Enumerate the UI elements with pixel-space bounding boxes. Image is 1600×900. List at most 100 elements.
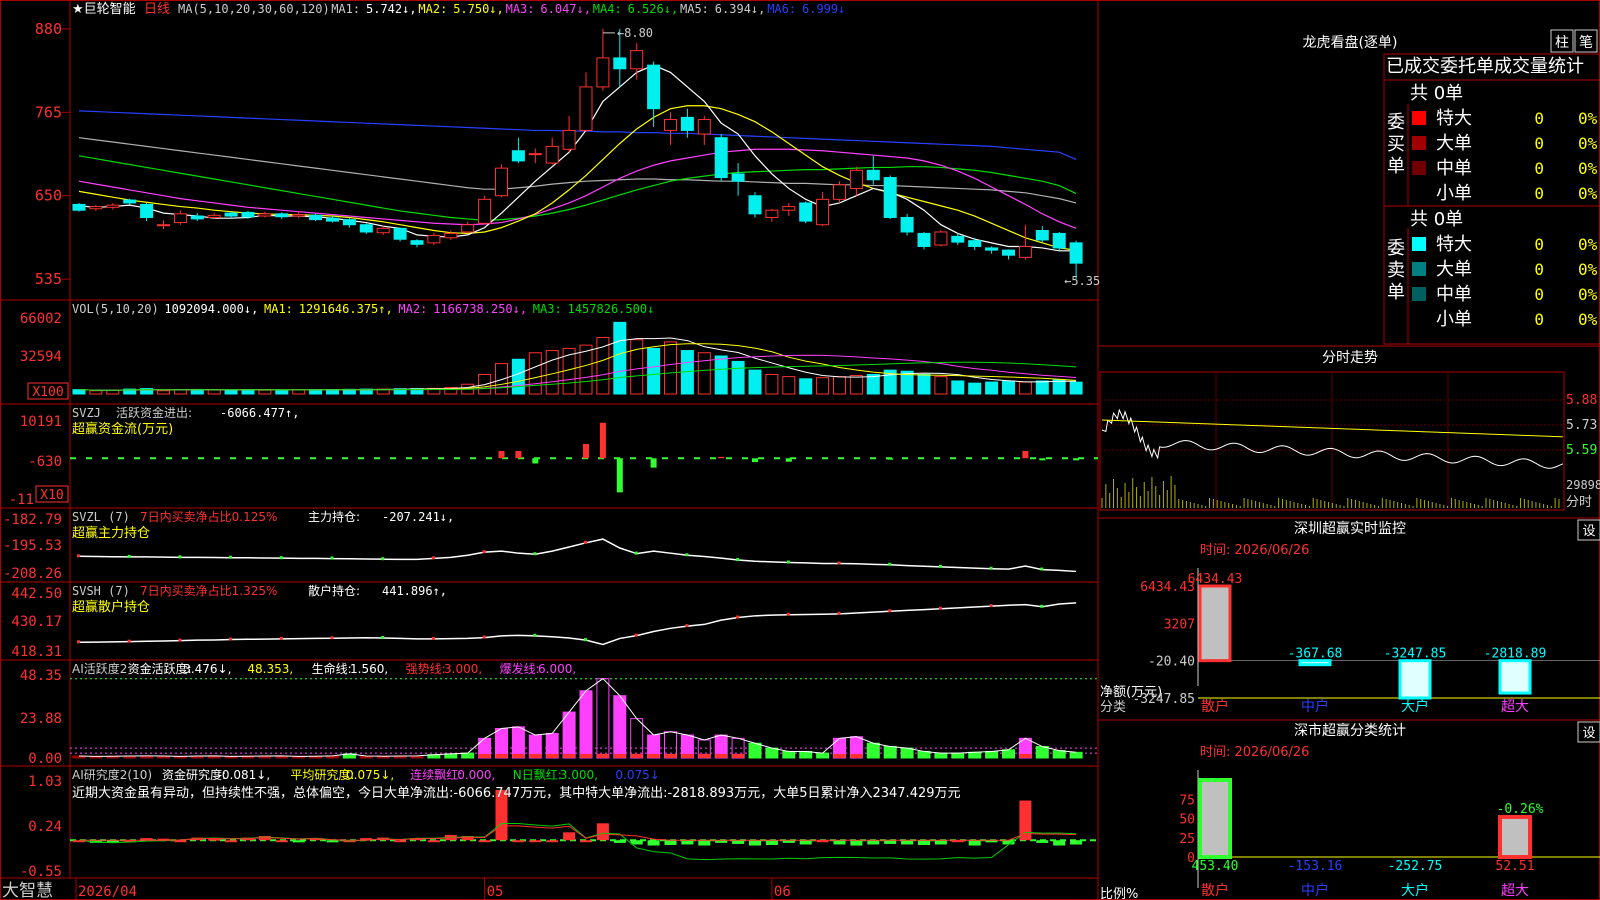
candle-up[interactable] (782, 206, 796, 211)
ai-research-bar[interactable] (529, 840, 542, 843)
ai-research-bar[interactable] (664, 840, 677, 845)
candle-down[interactable] (1069, 242, 1083, 264)
ai-active-bar[interactable] (985, 750, 999, 759)
volume-bar[interactable] (833, 376, 846, 395)
candle-up[interactable] (833, 184, 846, 200)
volume-bar[interactable] (731, 360, 745, 395)
candle-down[interactable] (342, 219, 356, 226)
candle-up[interactable] (528, 153, 542, 156)
candle-down[interactable] (224, 212, 238, 217)
ai-research-bar[interactable] (765, 840, 778, 845)
ai-research-bar[interactable] (275, 840, 288, 843)
volume-bar[interactable] (816, 377, 830, 395)
candle-up[interactable] (173, 213, 187, 224)
ai-active-bar[interactable] (562, 711, 576, 759)
candle-down[interactable] (275, 213, 289, 218)
volume-bar[interactable] (664, 341, 677, 395)
candle-down[interactable] (866, 169, 880, 181)
candle-down[interactable] (72, 203, 86, 211)
candle-down[interactable] (968, 240, 982, 247)
svzj-bar[interactable] (1039, 458, 1046, 461)
candle-up[interactable] (258, 213, 272, 217)
volume-bar[interactable] (1002, 380, 1015, 395)
candle-up[interactable] (89, 206, 103, 210)
candle-up[interactable] (849, 169, 863, 189)
ai-research-bar[interactable] (799, 840, 812, 845)
candle-up[interactable] (292, 214, 306, 217)
ai-research-bar[interactable] (1002, 840, 1015, 845)
sz-class-bar[interactable] (1198, 778, 1232, 859)
svzj-bar[interactable] (718, 456, 725, 459)
volume-bar[interactable] (224, 389, 238, 395)
ai-research-bar[interactable] (427, 840, 440, 843)
candle-up[interactable] (664, 119, 677, 131)
ai-research-bar[interactable] (613, 840, 626, 843)
candle-down[interactable] (883, 177, 897, 218)
ai-research-bar[interactable] (901, 840, 914, 845)
candle-up[interactable] (697, 119, 711, 135)
candle-up[interactable] (596, 57, 610, 88)
ai-research-bar[interactable] (749, 840, 761, 846)
svzj-bar[interactable] (532, 458, 539, 464)
candle-up[interactable] (579, 86, 593, 131)
candle-up[interactable] (816, 198, 830, 226)
volume-bar[interactable] (765, 373, 779, 395)
ai-research-bar[interactable] (1070, 840, 1083, 845)
ai-research-bar[interactable] (596, 823, 609, 841)
ai-active-bar[interactable] (495, 727, 508, 759)
candle-down[interactable] (917, 232, 931, 247)
candle-up[interactable] (478, 198, 492, 224)
volume-bar[interactable] (951, 380, 965, 395)
candle-up[interactable] (461, 224, 475, 233)
candle-down[interactable] (140, 203, 154, 218)
candle-down[interactable] (309, 214, 323, 221)
ai-research-bar[interactable] (326, 840, 339, 843)
volume-bar[interactable] (106, 389, 120, 395)
candle-down[interactable] (1002, 249, 1015, 256)
ai-research-bar[interactable] (580, 840, 592, 843)
volume-bar[interactable] (849, 375, 863, 395)
candle-up[interactable] (765, 209, 779, 218)
volume-bar[interactable] (157, 390, 170, 395)
ai-active-bar[interactable] (1052, 750, 1066, 759)
candle-down[interactable] (1035, 230, 1049, 241)
volume-bar[interactable] (799, 378, 813, 395)
candle-down[interactable] (985, 247, 999, 251)
svzj-bar[interactable] (583, 444, 589, 459)
volume-bar[interactable] (1069, 381, 1083, 395)
candle-up[interactable] (444, 232, 458, 239)
volume-bar[interactable] (1052, 379, 1066, 395)
sz-monitor-bar[interactable] (1198, 584, 1232, 663)
candle-up[interactable] (1018, 245, 1032, 258)
candle-down[interactable] (647, 64, 661, 110)
candle-up[interactable] (106, 204, 120, 208)
ai-active-bar[interactable] (748, 742, 762, 759)
ai-active-bar[interactable] (579, 690, 593, 759)
candle-up[interactable] (630, 50, 644, 70)
candle-down[interactable] (714, 137, 728, 179)
candle-up[interactable] (562, 129, 576, 150)
candle-up[interactable] (427, 235, 441, 244)
ai-research-bar[interactable] (546, 840, 559, 843)
volume-bar[interactable] (258, 389, 272, 395)
ai-active-bar[interactable] (613, 695, 627, 759)
ai-research-bar[interactable] (1019, 800, 1032, 841)
candle-down[interactable] (241, 211, 255, 218)
ai-active-bar[interactable] (883, 746, 897, 759)
candle-down[interactable] (799, 202, 813, 222)
svzj-bar[interactable] (752, 458, 758, 463)
volume-bar[interactable] (985, 381, 999, 395)
candle-up[interactable] (934, 231, 948, 246)
ai-active-bar[interactable] (951, 752, 965, 759)
candle-down[interactable] (326, 217, 339, 222)
volume-bar[interactable] (714, 355, 728, 395)
volume-bar[interactable] (647, 347, 661, 395)
volume-bar[interactable] (917, 373, 931, 395)
svzj-bar[interactable] (515, 450, 522, 459)
ai-research-bar[interactable] (1053, 840, 1066, 846)
ai-research-bar[interactable] (732, 840, 745, 844)
ai-research-bar[interactable] (394, 840, 407, 843)
volume-bar[interactable] (613, 321, 627, 395)
candle-down[interactable] (393, 227, 407, 240)
volume-bar[interactable] (968, 382, 982, 395)
